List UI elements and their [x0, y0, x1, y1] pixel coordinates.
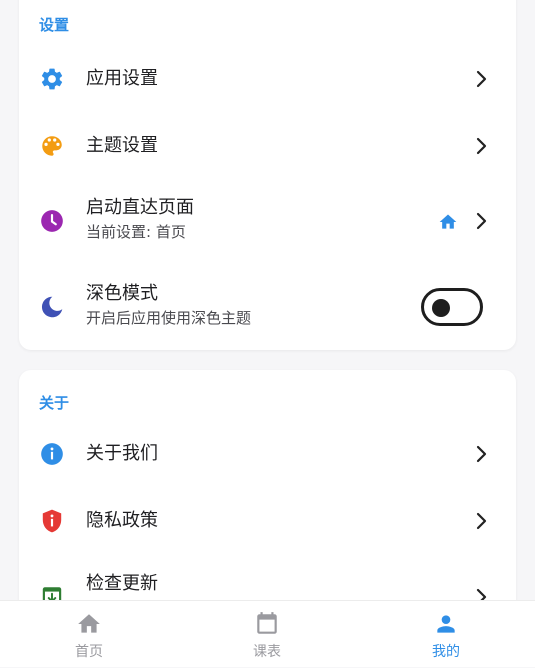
settings-scroll-area[interactable]: 设置 应用设置 主题设置 启动直达页面 当前设置: 首页 深色模式 开启后应用使…: [0, 0, 535, 600]
palette-icon: [39, 133, 65, 159]
person-icon: [437, 615, 455, 633]
theme-settings-row[interactable]: 主题设置: [19, 118, 516, 174]
startup-page-current: 当前设置: 首页: [86, 223, 186, 241]
shield-icon: [39, 508, 65, 534]
calendar-icon: [257, 612, 277, 634]
privacy-policy-row[interactable]: 隐私政策: [19, 493, 516, 549]
chevron-right-icon: [476, 445, 487, 463]
gear-icon: [39, 66, 65, 92]
settings-card: 设置 应用设置 主题设置 启动直达页面 当前设置: 首页 深色模式 开启后应用使…: [19, 0, 516, 350]
nav-schedule[interactable]: 课表: [207, 601, 327, 668]
dark-mode-toggle[interactable]: [421, 288, 483, 326]
startup-page-label: 启动直达页面: [86, 197, 194, 218]
chevron-right-icon: [476, 212, 487, 230]
about-card: 关于 关于我们 隐私政策 检查更新: [19, 370, 516, 600]
chevron-right-icon: [476, 588, 487, 600]
nav-home-label: 首页: [75, 644, 103, 660]
app-settings-label: 应用设置: [86, 68, 158, 89]
about-us-label: 关于我们: [86, 443, 158, 464]
home-icon: [439, 214, 457, 229]
nav-mine-label: 我的: [432, 644, 460, 660]
check-update-label: 检查更新: [86, 573, 158, 594]
moon-icon: [39, 294, 65, 320]
about-us-row[interactable]: 关于我们: [19, 426, 516, 482]
section-title-about: 关于: [39, 394, 70, 412]
privacy-policy-label: 隐私政策: [86, 510, 158, 531]
dark-mode-label: 深色模式: [86, 283, 158, 304]
check-update-row[interactable]: 检查更新: [19, 564, 516, 600]
startup-page-row[interactable]: 启动直达页面 当前设置: 首页: [19, 188, 516, 254]
home-icon: [78, 614, 100, 633]
bottom-navigation: 首页 课表 我的: [0, 600, 535, 667]
app-settings-row[interactable]: 应用设置: [19, 51, 516, 107]
clock-icon: [39, 208, 65, 234]
nav-mine[interactable]: 我的: [386, 601, 506, 668]
nav-home[interactable]: 首页: [29, 601, 149, 668]
update-icon: [39, 584, 65, 600]
info-icon: [39, 441, 65, 467]
chevron-right-icon: [476, 512, 487, 530]
theme-settings-label: 主题设置: [86, 135, 158, 156]
toggle-knob: [432, 299, 450, 317]
dark-mode-description: 开启后应用使用深色主题: [86, 309, 252, 327]
chevron-right-icon: [476, 70, 487, 88]
section-title-settings: 设置: [39, 16, 70, 34]
chevron-right-icon: [476, 137, 487, 155]
dark-mode-row: 深色模式 开启后应用使用深色主题: [19, 274, 516, 340]
nav-schedule-label: 课表: [253, 644, 281, 660]
